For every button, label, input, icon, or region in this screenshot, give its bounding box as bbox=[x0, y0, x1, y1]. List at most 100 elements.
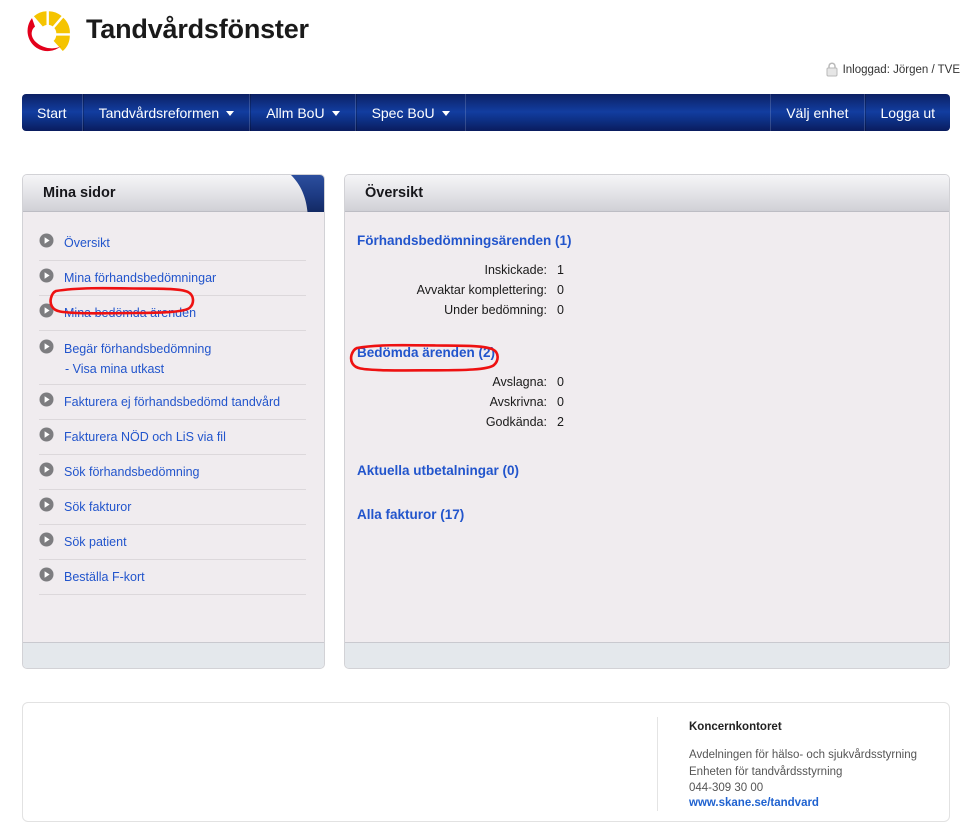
sidebar-item-sok-forhandsbedomning[interactable]: Sök förhandsbedömning bbox=[23, 455, 324, 490]
sidebar-item-mina-bedomda-arenden[interactable]: Mina bedömda ärenden bbox=[23, 296, 324, 331]
sidebar-link[interactable]: Mina förhandsbedömningar bbox=[64, 271, 216, 285]
stat-value: 0 bbox=[557, 303, 564, 317]
section-title-link[interactable]: Bedömda ärenden (2) bbox=[357, 345, 495, 360]
nav-item-spec-bou[interactable]: Spec BoU bbox=[355, 94, 466, 131]
stat-label: Avslagna: bbox=[492, 375, 547, 389]
sidebar-item-fakturera-ej-forhandsbedomd-tandvard[interactable]: Fakturera ej förhandsbedömd tandvård bbox=[23, 385, 324, 420]
page-footer: Koncernkontoret Avdelningen för hälso- o… bbox=[22, 702, 950, 822]
table-row: Inskickade: 1 bbox=[357, 260, 925, 280]
section-bedomda-arenden: Bedömda ärenden (2) Avslagna: 0 Avskrivn… bbox=[357, 344, 925, 432]
table-row: Under bedömning: 0 bbox=[357, 300, 925, 320]
stat-value: 1 bbox=[557, 263, 564, 277]
sidebar-link[interactable]: Sök fakturor bbox=[64, 500, 131, 514]
table-row: Avslagna: 0 bbox=[357, 372, 925, 392]
footer-phone: 044-309 30 00 bbox=[689, 782, 764, 794]
chevron-down-icon bbox=[226, 111, 235, 116]
sidebar-link[interactable]: Fakturera ej förhandsbedömd tandvård bbox=[64, 395, 280, 409]
footer-contact-block: Koncernkontoret Avdelningen för hälso- o… bbox=[689, 721, 917, 809]
page-root: Tandvårdsfönster Inloggad: Jörgen / TVE … bbox=[0, 0, 972, 829]
nav-label: Allm BoU bbox=[266, 104, 325, 121]
nav-right-group: Välj enhet Logga ut bbox=[771, 94, 950, 131]
nav-item-allm-bou[interactable]: Allm BoU bbox=[250, 94, 356, 131]
nav-label: Logga ut bbox=[880, 104, 936, 121]
play-circle-icon bbox=[39, 268, 54, 288]
sidebar-panel-footer bbox=[23, 642, 324, 668]
sidebar-item-sok-patient[interactable]: Sök patient bbox=[23, 525, 324, 560]
play-circle-icon bbox=[39, 497, 54, 517]
login-text: Inloggad: Jörgen / TVE bbox=[842, 63, 960, 76]
play-circle-icon bbox=[39, 392, 54, 412]
link-aktuella-utbetalningar-wrap: Aktuella utbetalningar (0) bbox=[357, 462, 925, 480]
sidebar-link[interactable]: Sök förhandsbedömning bbox=[64, 465, 200, 479]
play-circle-icon bbox=[39, 532, 54, 552]
stat-value: 0 bbox=[557, 395, 564, 409]
play-circle-icon bbox=[39, 462, 54, 482]
overview-body: Förhandsbedömningsärenden (1) Inskickade… bbox=[345, 212, 949, 524]
stat-label: Avskrivna: bbox=[489, 395, 547, 409]
footer-website-link[interactable]: www.skane.se/tandvard bbox=[689, 797, 917, 809]
overview-title: Översikt bbox=[365, 185, 424, 201]
table-row: Avskrivna: 0 bbox=[357, 392, 925, 412]
page-title: Tandvårdsfönster bbox=[86, 14, 309, 44]
sidebar-panel-header: Mina sidor bbox=[23, 175, 324, 212]
sidebar-link[interactable]: Fakturera NÖD och LiS via fil bbox=[64, 430, 226, 444]
footer-line-2: Enheten för tandvårdsstyrning bbox=[689, 765, 843, 778]
play-circle-icon bbox=[39, 303, 54, 323]
section-title-link[interactable]: Förhandsbedömningsärenden (1) bbox=[357, 233, 572, 248]
table-row: Godkända: 2 bbox=[357, 412, 925, 432]
forhands-stats-table: Inskickade: 1 Avvaktar komplettering: 0 … bbox=[357, 260, 925, 320]
sidebar-item-bestalla-f-kort[interactable]: Beställa F-kort bbox=[23, 560, 324, 595]
sidebar-item-mina-forhandsbedomningar[interactable]: Mina förhandsbedömningar bbox=[23, 261, 324, 296]
table-row: Avvaktar komplettering: 0 bbox=[357, 280, 925, 300]
sidebar-link[interactable]: Översikt bbox=[64, 236, 110, 250]
footer-line-1: Avdelningen för hälso- och sjukvårdsstyr… bbox=[689, 749, 917, 761]
corner-decoration bbox=[269, 175, 324, 217]
sidebar-item-sok-fakturor[interactable]: Sök fakturor bbox=[23, 490, 324, 525]
nav-spacer bbox=[466, 94, 772, 131]
sidebar-panel: Mina sidor Översikt Mina förhandsbedömni… bbox=[22, 174, 325, 669]
nav-item-valj-enhet[interactable]: Välj enhet bbox=[771, 94, 865, 131]
chevron-down-icon bbox=[441, 111, 450, 116]
region-skane-logo bbox=[22, 8, 74, 56]
stat-label: Avvaktar komplettering: bbox=[416, 283, 547, 297]
link-alla-fakturor-wrap: Alla fakturor (17) bbox=[357, 506, 925, 524]
sidebar-link[interactable]: Mina bedömda ärenden bbox=[64, 306, 196, 320]
nav-item-tandvardsreformen[interactable]: Tandvårdsreformen bbox=[82, 94, 251, 131]
sidebar-link[interactable]: Begär förhandsbedömning bbox=[64, 342, 211, 356]
footer-org: Koncernkontoret bbox=[689, 721, 782, 733]
sidebar-sublink[interactable]: - Visa mina utkast bbox=[65, 362, 164, 376]
sidebar-item-fakturera-nod-och-lis-via-fil[interactable]: Fakturera NÖD och LiS via fil bbox=[23, 420, 324, 455]
nav-item-logga-ut[interactable]: Logga ut bbox=[864, 94, 951, 131]
login-status: Inloggad: Jörgen / TVE bbox=[826, 62, 960, 77]
play-circle-icon bbox=[39, 427, 54, 447]
stat-label: Inskickade: bbox=[484, 263, 547, 277]
footer-divider bbox=[657, 717, 658, 811]
lock-icon bbox=[826, 62, 838, 77]
main-navigation: Start Tandvårdsreformen Allm BoU Spec Bo… bbox=[22, 94, 950, 131]
link-alla-fakturor[interactable]: Alla fakturor (17) bbox=[357, 507, 464, 522]
overview-panel-header: Översikt bbox=[345, 175, 949, 212]
sidebar-item-begar-forhandsbedomning[interactable]: Begär förhandsbedömning - Visa mina utka… bbox=[23, 331, 324, 385]
bedomda-stats-table: Avslagna: 0 Avskrivna: 0 Godkända: 2 bbox=[357, 372, 925, 432]
stat-label: Under bedömning: bbox=[444, 303, 547, 317]
link-aktuella-utbetalningar[interactable]: Aktuella utbetalningar (0) bbox=[357, 463, 519, 478]
nav-item-start[interactable]: Start bbox=[22, 94, 83, 131]
overview-panel-footer bbox=[345, 642, 949, 668]
stat-value: 2 bbox=[557, 415, 564, 429]
sidebar-link[interactable]: Sök patient bbox=[64, 535, 127, 549]
stat-value: 0 bbox=[557, 375, 564, 389]
nav-label: Tandvårdsreformen bbox=[98, 104, 220, 121]
play-circle-icon bbox=[39, 339, 54, 359]
sidebar-subitem-visa-mina-utkast[interactable]: - Visa mina utkast bbox=[39, 360, 306, 385]
page-header: Tandvårdsfönster bbox=[0, 0, 972, 60]
nav-label: Spec BoU bbox=[371, 104, 435, 121]
play-circle-icon bbox=[39, 233, 54, 253]
sidebar-item-oversikt[interactable]: Översikt bbox=[23, 226, 324, 261]
nav-label: Start bbox=[37, 104, 67, 121]
sidebar-link[interactable]: Beställa F-kort bbox=[64, 570, 145, 584]
nav-label: Välj enhet bbox=[786, 104, 849, 121]
chevron-down-icon bbox=[331, 111, 340, 116]
overview-panel: Översikt Förhandsbedömningsärenden (1) I… bbox=[344, 174, 950, 669]
